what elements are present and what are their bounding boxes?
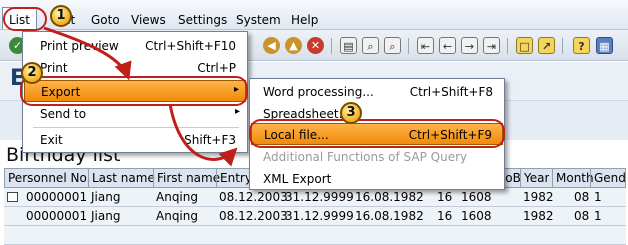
cell-first-name: Anqing xyxy=(156,190,198,204)
cell-year: 1982 xyxy=(523,209,554,223)
menu-item-label: Additional Functions of SAP Query xyxy=(263,150,468,164)
cell-dob: 1608 xyxy=(461,190,492,204)
menu-separator xyxy=(33,127,239,128)
cell-entry: 08.12.2003 xyxy=(219,190,288,204)
cell-gender: 1 xyxy=(594,190,602,204)
highlight-outline-local-file xyxy=(249,119,505,148)
back-icon[interactable]: ◀ xyxy=(263,37,280,54)
highlight-outline-list xyxy=(3,7,47,31)
col-personnel-no[interactable]: Personnel No. xyxy=(8,171,90,185)
customize-icon[interactable]: ▦ xyxy=(596,37,613,54)
cell-year: 1982 xyxy=(523,190,554,204)
cell-end-date: 31.12.9999 xyxy=(285,209,354,223)
cancel-icon[interactable]: ✕ xyxy=(307,37,324,54)
col-gender[interactable]: Gend xyxy=(594,171,626,185)
exit-icon[interactable]: ▲ xyxy=(285,37,302,54)
print-icon[interactable]: ▤ xyxy=(340,37,357,54)
table-row[interactable]: 00000001 Jiang Anqing 08.12.2003 31.12.9… xyxy=(4,207,626,226)
col-last-name[interactable]: Last name xyxy=(92,171,155,185)
menu-item-shortcut: Shift+F3 xyxy=(184,133,236,147)
menu-item-label: Print preview xyxy=(40,39,119,53)
menu-item-xml-export[interactable]: XML Export xyxy=(251,168,503,190)
next-page-icon[interactable]: → xyxy=(461,37,478,54)
highlight-outline-export xyxy=(20,76,248,106)
cell-last-name: Jiang xyxy=(91,190,121,204)
last-page-icon[interactable]: ⇥ xyxy=(483,37,500,54)
menu-item-shortcut: Ctrl+Shift+F8 xyxy=(409,85,493,99)
cell-last-name: Jiang xyxy=(91,209,121,223)
toolbar-separator xyxy=(507,38,508,54)
cell-dob: 1608 xyxy=(461,209,492,223)
cell-month: 08 xyxy=(574,190,590,204)
find-icon[interactable]: ⌕ xyxy=(362,37,379,54)
first-page-icon[interactable]: ⇤ xyxy=(417,37,434,54)
menu-bar: List Edit Goto Views Settings System Hel… xyxy=(0,0,628,30)
new-session-icon[interactable]: □ xyxy=(516,37,533,54)
menu-views[interactable]: Views xyxy=(131,13,166,27)
toolbar-separator xyxy=(408,38,409,54)
cell-month: 08 xyxy=(574,209,590,223)
col-first-name[interactable]: First name xyxy=(157,171,220,185)
menu-item-label: Exit xyxy=(40,133,63,147)
menu-item-label: Send to xyxy=(40,107,87,121)
prev-page-icon[interactable]: ← xyxy=(439,37,456,54)
cell-personnel-no: 00000001 xyxy=(26,209,88,223)
menu-item-sap-query: Additional Functions of SAP Query xyxy=(251,146,503,168)
cell-entry: 08.12.2003 xyxy=(219,209,288,223)
table-row[interactable] xyxy=(4,226,626,245)
menu-item-send-to[interactable]: Send to ▸ xyxy=(24,103,246,125)
menu-item-shortcut: Ctrl+Shift+F10 xyxy=(145,39,236,53)
toolbar-separator xyxy=(331,38,332,54)
cell-gender: 1 xyxy=(594,209,602,223)
menu-item-label: Word processing... xyxy=(263,85,374,99)
menu-item-shortcut: Ctrl+P xyxy=(197,61,236,75)
menu-item-word-processing[interactable]: Word processing... Ctrl+Shift+F8 xyxy=(251,81,503,103)
cell-personnel-no: 00000001 xyxy=(26,190,88,204)
menu-item-label: Print xyxy=(40,61,68,75)
menu-settings[interactable]: Settings xyxy=(178,13,227,27)
row-select-icon[interactable] xyxy=(7,192,18,202)
cell-first-name: Anqing xyxy=(156,209,198,223)
step-3-badge: 3 xyxy=(340,102,362,124)
cell-birth-date: 16.08.1982 xyxy=(355,209,424,223)
table-row[interactable]: 00000001 Jiang Anqing 08.12.2003 31.12.9… xyxy=(4,188,626,207)
menu-goto[interactable]: Goto xyxy=(91,13,120,27)
col-entry[interactable]: Entry xyxy=(220,171,252,185)
menu-system[interactable]: System xyxy=(236,13,281,27)
menu-item-label: XML Export xyxy=(263,172,332,186)
submenu-arrow-icon: ▸ xyxy=(234,106,240,117)
cell-day: 16 xyxy=(437,209,453,223)
cell-end-date: 31.12.9999 xyxy=(285,190,354,204)
cell-day: 16 xyxy=(437,190,453,204)
menu-item-print-preview[interactable]: Print preview Ctrl+Shift+F10 xyxy=(24,35,246,57)
menu-help[interactable]: Help xyxy=(291,13,318,27)
col-year[interactable]: Year xyxy=(524,171,549,185)
toolbar-separator xyxy=(562,38,563,54)
shortcut-icon[interactable]: ↗ xyxy=(538,37,555,54)
menu-item-exit[interactable]: Exit Shift+F3 xyxy=(24,129,246,151)
step-2-badge: 2 xyxy=(21,62,43,84)
find-next-icon[interactable]: ⌕ xyxy=(384,37,401,54)
cell-birth-date: 16.08.1982 xyxy=(355,190,424,204)
help-icon[interactable]: ? xyxy=(573,37,590,54)
step-1-badge: 1 xyxy=(50,5,72,27)
col-month[interactable]: Month xyxy=(556,171,594,185)
